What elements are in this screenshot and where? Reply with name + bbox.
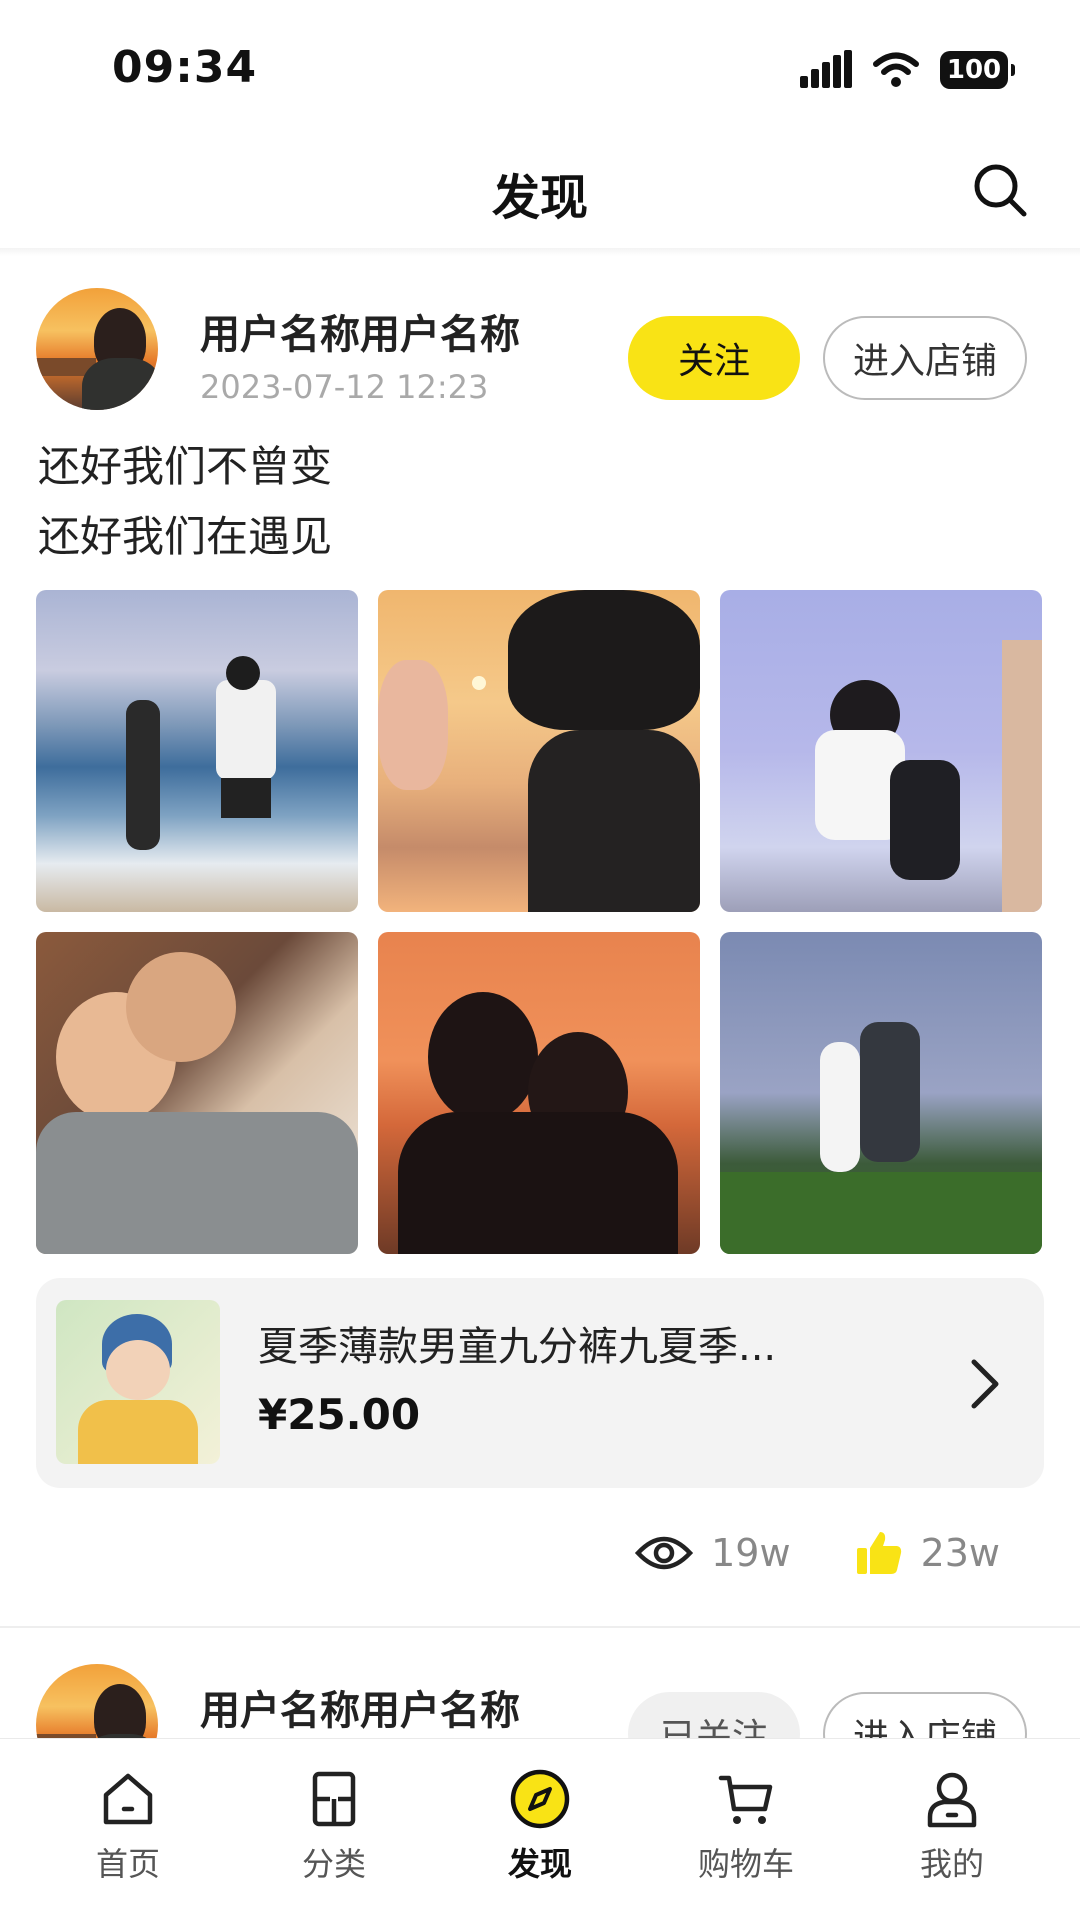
- avatar[interactable]: [36, 288, 158, 410]
- status-icons: 100: [800, 50, 1015, 90]
- search-icon[interactable]: [970, 160, 1030, 220]
- eye-icon: [635, 1536, 694, 1570]
- post-photo[interactable]: [378, 590, 700, 912]
- compass-icon: [510, 1769, 570, 1829]
- chevron-right-icon[interactable]: [964, 1356, 1004, 1412]
- top-nav: 发现: [0, 130, 1080, 248]
- status-time: 09:34: [112, 42, 258, 93]
- follow-button[interactable]: 关注: [628, 316, 800, 400]
- cart-icon: [718, 1775, 773, 1824]
- category-icon: [312, 1771, 356, 1827]
- page-title: 发现: [491, 170, 588, 226]
- product-thumbnail[interactable]: [56, 1300, 220, 1464]
- tab-label: 分类: [301, 1845, 366, 1883]
- post-photo[interactable]: [720, 932, 1042, 1254]
- post-text: 还好我们不曾变 还好我们在遇见: [38, 432, 332, 572]
- post-photo[interactable]: [378, 932, 700, 1254]
- post-username[interactable]: 用户名称用户名称: [200, 1678, 520, 1736]
- tab-mine[interactable]: 我的: [892, 1769, 1012, 1885]
- post-divider: [0, 1626, 1080, 1628]
- tab-label: 我的: [919, 1845, 984, 1883]
- post-photo[interactable]: [36, 932, 358, 1254]
- user-icon: [927, 1772, 977, 1828]
- enter-shop-button[interactable]: 进入店铺: [823, 316, 1027, 400]
- product-card[interactable]: 夏季薄款男童九分裤九夏季... ¥25.00: [36, 1278, 1044, 1488]
- tab-label: 首页: [95, 1845, 160, 1883]
- home-icon: [103, 1773, 153, 1825]
- wifi-icon: [873, 52, 919, 87]
- post-photo[interactable]: [720, 590, 1042, 912]
- post-photo[interactable]: [36, 590, 358, 912]
- signal-icon: [800, 50, 852, 88]
- tab-label: 发现: [507, 1845, 572, 1883]
- post-time: 2023-07-12 12:23: [200, 368, 489, 406]
- bottom-tab-bar: 首页 分类 发现 购物车 我的: [0, 1738, 1080, 1921]
- tab-category[interactable]: 分类: [274, 1769, 394, 1885]
- tab-cart[interactable]: 购物车: [686, 1769, 806, 1885]
- photo-grid: [36, 590, 1044, 1256]
- thumbs-up-icon[interactable]: [855, 1530, 903, 1576]
- tab-label: 购物车: [697, 1845, 794, 1883]
- post-text-line: 还好我们不曾变: [38, 442, 333, 491]
- status-bar: 09:34 100: [0, 0, 1080, 130]
- product-price: ¥25.00: [258, 1390, 421, 1439]
- tab-discover[interactable]: 发现: [480, 1769, 600, 1885]
- post-stats: 19w 23w: [635, 1530, 1000, 1576]
- post-text-line: 还好我们在遇见: [38, 512, 333, 561]
- view-count: 19w: [711, 1531, 791, 1575]
- post-username[interactable]: 用户名称用户名称: [200, 302, 520, 360]
- nav-divider: [0, 248, 1080, 256]
- product-title: 夏季薄款男童九分裤九夏季...: [258, 1324, 777, 1370]
- tab-home[interactable]: 首页: [68, 1769, 188, 1885]
- battery-icon: 100: [940, 51, 1015, 89]
- like-count: 23w: [920, 1531, 1000, 1575]
